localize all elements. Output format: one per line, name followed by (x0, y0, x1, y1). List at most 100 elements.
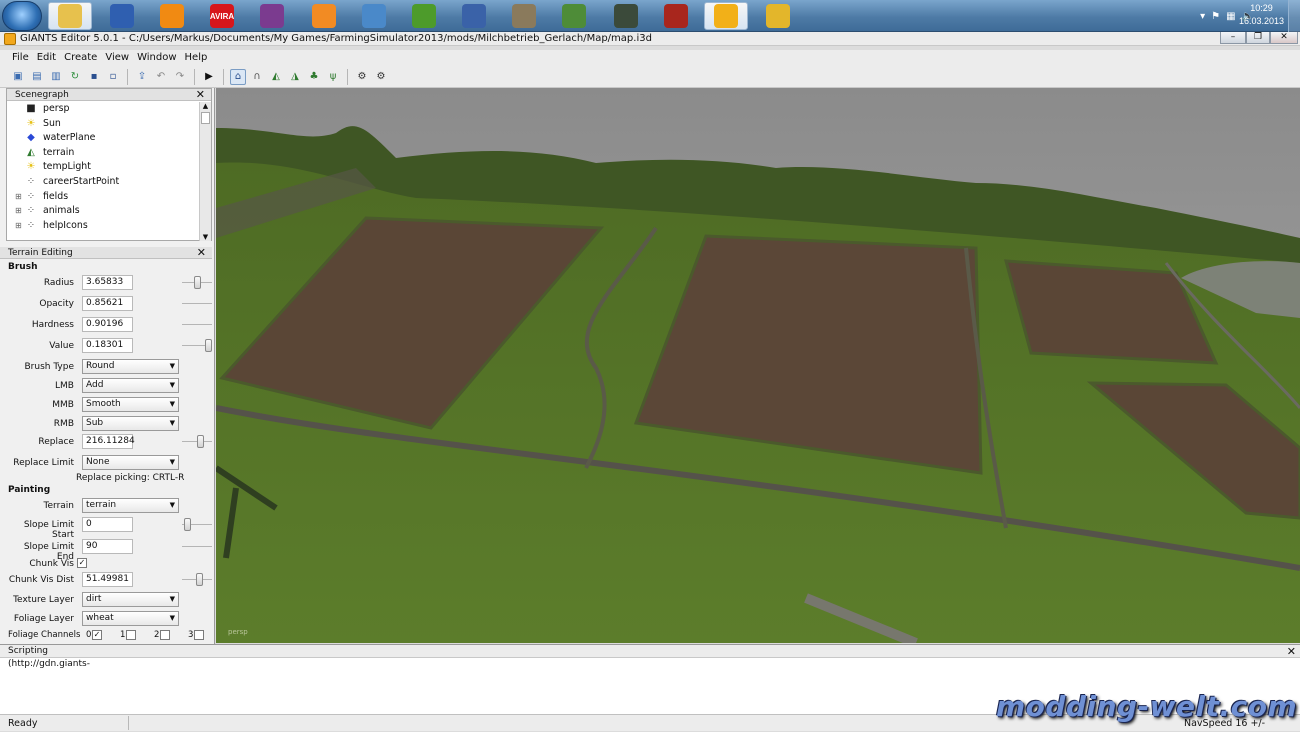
slope-limit-end-field[interactable]: 90 (82, 539, 133, 554)
scenegraph-node[interactable]: ☀ tempLight (7, 160, 201, 175)
scenegraph-node[interactable]: ☀ Sun (7, 117, 201, 132)
texture-layer-dropdown[interactable]: dirt ▼ (82, 592, 179, 607)
redo-icon[interactable]: ↷ (172, 69, 188, 85)
network-icon[interactable]: ▦ (1226, 11, 1235, 22)
menu-create[interactable]: Create (60, 50, 101, 66)
taskbar-app-button[interactable] (704, 2, 748, 30)
menu-view[interactable]: View (101, 50, 133, 66)
replace-limit-dropdown[interactable]: None ▼ (82, 455, 179, 470)
scenegraph-node[interactable]: ◭ terrain (7, 146, 201, 161)
scenegraph-node[interactable]: ⊞ ⁘ helpIcons (7, 219, 201, 234)
scenegraph-node[interactable]: ◆ waterPlane (7, 131, 201, 146)
open-recent-icon[interactable]: ▥ (48, 69, 64, 85)
hardness-field[interactable]: 0.90196 (82, 317, 133, 332)
lmb-dropdown[interactable]: Add ▼ (82, 378, 179, 393)
taskbar-app-button[interactable] (756, 2, 800, 30)
scripting-log[interactable]: (http://gdn.giants- (0, 658, 1300, 670)
undo-icon[interactable]: ↶ (153, 69, 169, 85)
brush-type-dropdown[interactable]: Round ▼ (82, 359, 179, 374)
menu-help[interactable]: Help (181, 50, 212, 66)
foliage-channel-checkbox[interactable]: ✓ (92, 630, 102, 640)
slope-limit-end-slider[interactable] (182, 546, 212, 547)
terrain-dropdown[interactable]: terrain ▼ (82, 498, 179, 513)
foliage-layer-dropdown[interactable]: wheat ▼ (82, 611, 179, 626)
taskbar-app-button[interactable] (452, 2, 496, 30)
chunk-vis-dist-handle[interactable] (196, 573, 203, 586)
play-icon[interactable]: ▶ (201, 69, 217, 85)
new-file-icon[interactable]: ▣ (10, 69, 26, 85)
replace-slider-handle[interactable] (197, 435, 204, 448)
foliage-channel-checkbox[interactable] (160, 630, 170, 640)
opacity-slider[interactable] (182, 303, 212, 304)
expand-icon[interactable]: ⊞ (15, 204, 25, 219)
maximize-button[interactable]: ❐ (1246, 32, 1270, 44)
menu-file[interactable]: File (8, 50, 33, 66)
radius-slider[interactable] (182, 276, 212, 289)
chunk-vis-dist-slider[interactable] (182, 573, 212, 586)
radius-slider-handle[interactable] (194, 276, 201, 289)
rmb-dropdown[interactable]: Sub ▼ (82, 416, 179, 431)
taskbar-app-button[interactable] (352, 2, 396, 30)
show-desktop-button[interactable] (1288, 0, 1300, 32)
scenegraph-scrollbar[interactable]: ▲ ▼ (199, 102, 211, 241)
scenegraph-node[interactable]: ⊞ ⁘ fields (7, 190, 201, 205)
tray-expand-icon[interactable]: ▾ (1200, 11, 1205, 22)
hardness-slider[interactable] (182, 324, 212, 325)
taskbar-app-button[interactable]: AVIRA (200, 2, 244, 30)
save-as-icon[interactable]: ▫ (105, 69, 121, 85)
value-slider-handle[interactable] (205, 339, 212, 352)
slope-limit-start-field[interactable]: 0 (82, 517, 133, 532)
taskbar-app-button[interactable] (604, 2, 648, 30)
opacity-field[interactable]: 0.85621 (82, 296, 133, 311)
scenegraph-node[interactable]: ■ persp (7, 102, 201, 117)
close-window-button[interactable]: ✕ (1270, 32, 1298, 44)
system-clock[interactable]: 10:29 16.03.2013 (1239, 2, 1284, 28)
taskbar-app-button[interactable] (100, 2, 144, 30)
gear-icon[interactable]: ⚙ (354, 69, 370, 85)
magnet-tool-icon[interactable]: ∩ (249, 69, 265, 85)
settings-icon[interactable]: ⚙ (373, 69, 389, 85)
reload-icon[interactable]: ↻ (67, 69, 83, 85)
grass-paint-icon[interactable]: ψ (325, 69, 341, 85)
replace-field[interactable]: 216.11284 (82, 434, 135, 449)
scenegraph-node[interactable]: ⊞ ⁘ animals (7, 204, 201, 219)
close-icon[interactable]: ✕ (1287, 645, 1296, 658)
radius-field[interactable]: 3.65833 (82, 275, 133, 290)
import-icon[interactable]: ⇪ (134, 69, 150, 85)
3d-viewport[interactable]: persp (216, 88, 1300, 643)
select-tool-icon[interactable]: ⌂ (230, 68, 246, 85)
value-slider[interactable] (182, 339, 212, 352)
expand-icon[interactable]: ⊞ (15, 190, 25, 205)
close-icon[interactable]: ✕ (196, 89, 205, 100)
scroll-thumb[interactable] (201, 112, 210, 124)
value-field[interactable]: 0.18301 (82, 338, 133, 353)
foliage-paint-icon[interactable]: ♣ (306, 69, 322, 85)
taskbar-app-button[interactable] (150, 2, 194, 30)
action-center-flag-icon[interactable]: ⚑ (1211, 11, 1220, 22)
scroll-up-icon[interactable]: ▲ (200, 102, 211, 110)
menu-window[interactable]: Window (133, 50, 180, 66)
foliage-channel-checkbox[interactable] (126, 630, 136, 640)
giants-editor-app-icon[interactable] (4, 33, 16, 45)
taskbar-app-button[interactable] (48, 2, 92, 30)
taskbar-app-button[interactable] (302, 2, 346, 30)
expand-icon[interactable]: ⊞ (15, 219, 25, 234)
taskbar-app-button[interactable] (502, 2, 546, 30)
open-file-icon[interactable]: ▤ (29, 69, 45, 85)
foliage-channel-checkbox[interactable] (194, 630, 204, 640)
slope-limit-start-handle[interactable] (184, 518, 191, 531)
taskbar-app-button[interactable] (250, 2, 294, 30)
slope-limit-start-slider[interactable] (182, 518, 212, 531)
scroll-down-icon[interactable]: ▼ (200, 233, 211, 241)
mmb-dropdown[interactable]: Smooth ▼ (82, 397, 179, 412)
close-icon[interactable]: ✕ (197, 247, 206, 258)
taskbar-app-button[interactable] (654, 2, 698, 30)
chunk-vis-checkbox[interactable]: ✓ (77, 558, 87, 568)
start-button[interactable] (2, 1, 42, 31)
replace-slider[interactable] (182, 435, 212, 448)
taskbar-app-button[interactable] (402, 2, 446, 30)
scenegraph-node[interactable]: ⁘ careerStartPoint (7, 175, 201, 190)
chunk-vis-dist-field[interactable]: 51.49981 (82, 572, 133, 587)
menu-edit[interactable]: Edit (33, 50, 60, 66)
save-icon[interactable]: ▪ (86, 69, 102, 85)
